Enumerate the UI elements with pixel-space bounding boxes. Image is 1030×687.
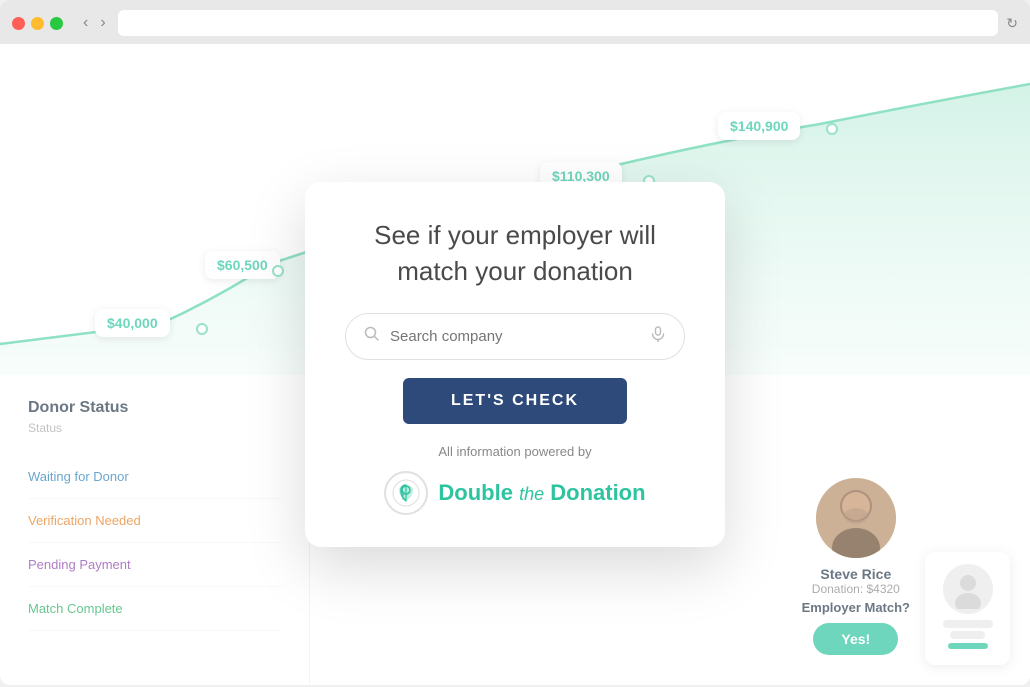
traffic-lights xyxy=(12,17,63,30)
modal-title: See if your employer willmatch your dona… xyxy=(345,218,685,288)
powered-by-text: All information powered by xyxy=(345,444,685,459)
lets-check-button[interactable]: LET'S CHECK xyxy=(403,378,627,424)
back-button[interactable]: ‹ xyxy=(79,15,92,31)
dtd-text: Double the Donation xyxy=(438,480,645,506)
main-area: $40,000 $60,500 $110,300 $140,900 Donor … xyxy=(0,44,1030,685)
maximize-button[interactable] xyxy=(50,17,63,30)
browser-chrome: ‹ › ↻ xyxy=(0,0,1030,44)
close-button[interactable] xyxy=(12,17,25,30)
address-bar[interactable] xyxy=(118,10,999,36)
search-icon xyxy=(364,326,380,347)
minimize-button[interactable] xyxy=(31,17,44,30)
search-input[interactable] xyxy=(390,328,640,345)
search-bar[interactable] xyxy=(345,313,685,360)
modal-dialog: See if your employer willmatch your dona… xyxy=(305,182,725,546)
reload-button[interactable]: ↻ xyxy=(1006,15,1018,32)
microphone-icon[interactable] xyxy=(650,326,666,347)
nav-buttons: ‹ › xyxy=(79,15,110,31)
dtd-logo-area: Double the Donation xyxy=(345,471,685,515)
forward-button[interactable]: › xyxy=(96,15,109,31)
modal-overlay: See if your employer willmatch your dona… xyxy=(0,44,1030,685)
dtd-icon xyxy=(384,471,428,515)
